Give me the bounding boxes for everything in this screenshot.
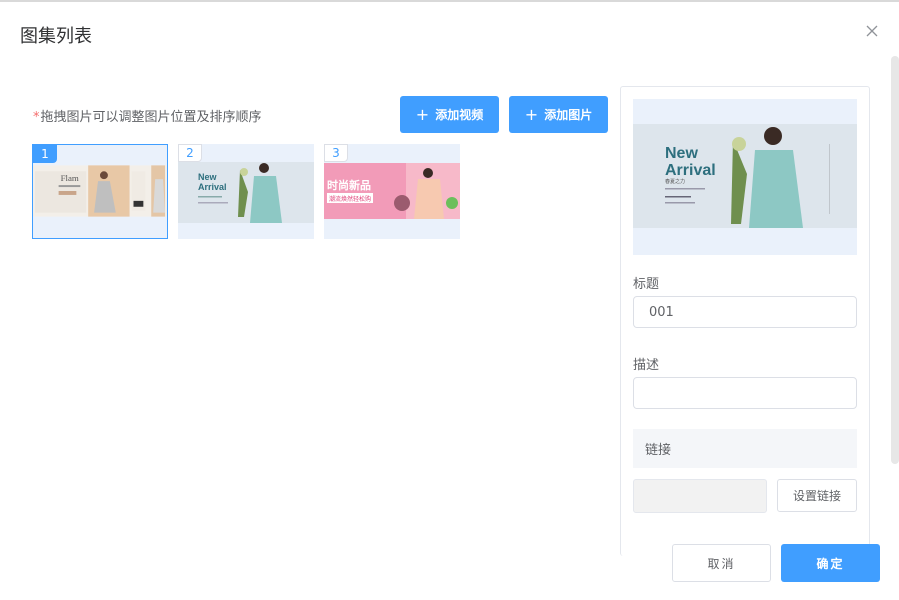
- thumbnail-index-badge: 3: [324, 144, 348, 162]
- gallery-thumbnail-2[interactable]: 2 New Arrival: [178, 144, 314, 239]
- cancel-button[interactable]: 取消: [672, 544, 771, 582]
- plus-icon: +: [524, 104, 539, 124]
- thumbnail-caption: Arrival: [198, 182, 227, 192]
- gallery-thumbnail-1[interactable]: 1 Flam: [32, 144, 168, 239]
- description-label: 描述: [633, 358, 660, 373]
- close-icon[interactable]: [863, 22, 881, 40]
- title-label: 标题: [633, 277, 660, 292]
- drag-hint-text: 拖拽图片可以调整图片位置及排序顺序: [40, 110, 262, 125]
- thumbnail-index-badge: 2: [178, 144, 202, 162]
- dialog-top-edge: [0, 0, 899, 2]
- thumbnail-caption: Flam: [61, 173, 79, 183]
- required-mark: *: [33, 110, 40, 125]
- scrollbar[interactable]: [891, 56, 899, 464]
- thumbnail-caption: 时尚新品: [327, 178, 371, 192]
- title-input[interactable]: 001: [633, 296, 857, 328]
- thumbnail-image: 时尚新品 潮流焕然轻松购: [324, 163, 460, 219]
- thumbnail-caption: New: [198, 172, 218, 182]
- thumbnail-caption: 潮流焕然轻松购: [329, 195, 371, 203]
- selected-image-preview: New Arrival 春夏之力: [633, 99, 857, 255]
- link-section-header: 链接: [633, 429, 857, 468]
- add-video-label: 添加视频: [435, 108, 484, 122]
- plus-icon: +: [415, 104, 430, 124]
- link-input[interactable]: [633, 479, 767, 513]
- preview-caption: New: [665, 145, 698, 162]
- add-image-label: 添加图片: [544, 108, 593, 122]
- description-input[interactable]: [633, 377, 857, 409]
- thumbnail-index-badge: 1: [33, 145, 57, 163]
- gallery-thumbnail-3[interactable]: 3 时尚新品 潮流焕然轻松购: [324, 144, 460, 239]
- set-link-button[interactable]: 设置链接: [777, 479, 857, 512]
- dialog-title: 图集列表: [20, 26, 92, 47]
- add-image-button[interactable]: + 添加图片: [509, 96, 608, 133]
- preview-caption: 春夏之力: [665, 178, 685, 185]
- preview-image: New Arrival 春夏之力: [633, 124, 857, 228]
- thumbnail-image: New Arrival: [178, 162, 314, 223]
- confirm-button[interactable]: 确定: [781, 544, 880, 582]
- preview-caption: Arrival: [665, 162, 716, 179]
- add-video-button[interactable]: + 添加视频: [400, 96, 499, 133]
- drag-hint: *拖拽图片可以调整图片位置及排序顺序: [33, 106, 262, 125]
- thumbnail-image: Flam: [33, 165, 167, 217]
